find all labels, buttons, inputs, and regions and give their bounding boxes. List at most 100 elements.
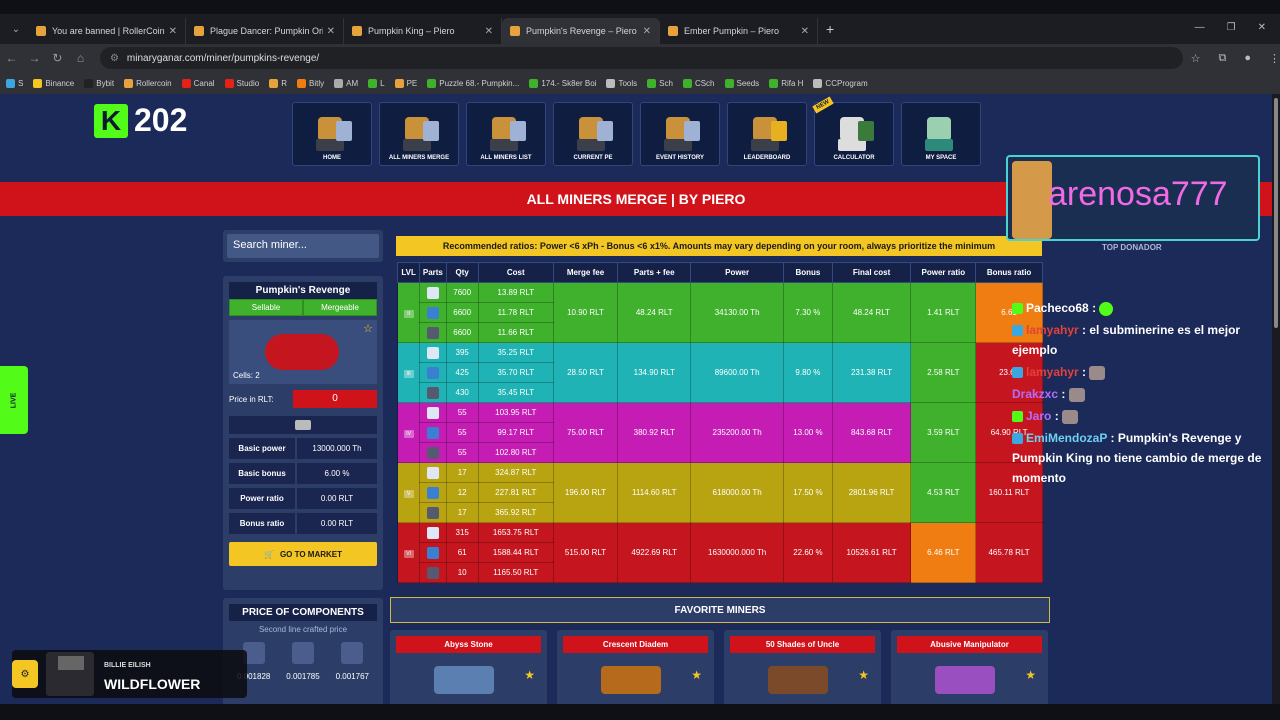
chat-message: Jaro : — [1012, 406, 1272, 426]
extensions-icon[interactable]: ⧉ — [1218, 52, 1226, 65]
fan-part-icon — [426, 466, 439, 479]
bookmark-folder[interactable]: CCProgram — [813, 78, 868, 88]
bonus-cell: 17.50 % — [783, 462, 833, 523]
part-icon-cell — [419, 522, 447, 543]
tab-close-icon[interactable]: ✕ — [327, 26, 335, 37]
bookmark-item[interactable]: S — [6, 78, 23, 88]
go-to-market-button[interactable]: 🛒 GO TO MARKET — [229, 542, 377, 566]
bookmark-item[interactable]: Binance — [33, 78, 74, 88]
parts-fee-cell: 4922.69 RLT — [617, 522, 692, 583]
tab-search-dropdown-icon[interactable]: ⌄ — [4, 17, 28, 41]
url-field[interactable]: ⚙ minaryganar.com/miner/pumpkins-revenge… — [99, 47, 1183, 69]
chat-message: Pacheco68 : — [1012, 298, 1272, 318]
menu-icon[interactable]: ⋮ — [1269, 52, 1280, 65]
profile-icon[interactable]: ● — [1244, 52, 1251, 65]
qty-cell: 17 — [445, 502, 479, 523]
nav-all-miners-list[interactable]: ALL MINERS LIST — [466, 102, 546, 166]
merge-fee-cell: 515.00 RLT — [552, 522, 619, 583]
tab-close-icon[interactable]: ✕ — [169, 26, 177, 37]
browser-tab[interactable]: Plague Dancer: Pumpkin Origin ✕ — [186, 18, 344, 44]
table-header-row: LVL Parts Qty Cost Merge fee Parts + fee… — [396, 262, 1043, 283]
back-icon[interactable]: ← — [0, 51, 23, 65]
bookmark-item[interactable]: Studio — [224, 78, 259, 88]
bookmark-item[interactable]: Rollercoin — [124, 78, 172, 88]
miner-thumbnail — [434, 666, 494, 694]
level-slider[interactable] — [229, 416, 377, 434]
cost-cell: 11.78 RLT — [477, 302, 554, 323]
favorite-miner-card[interactable]: Abyss Stone ★ — [390, 630, 547, 704]
power-ratio-cell: 2.58 RLT — [910, 342, 977, 403]
nav-event-history[interactable]: EVENT HISTORY — [640, 102, 720, 166]
cart-icon: 🛒 — [263, 549, 274, 559]
tab-close-icon[interactable]: ✕ — [485, 26, 493, 37]
search-box: Search miner... — [223, 230, 383, 262]
tab-favicon-icon — [194, 26, 204, 36]
page-scrollbar[interactable] — [1272, 94, 1280, 704]
bookmark-item[interactable]: R — [269, 78, 287, 88]
bookmark-item[interactable]: Rifa H — [769, 78, 803, 88]
bookmark-item[interactable]: Bybit — [84, 78, 114, 88]
bookmark-item[interactable]: 174.- Sk8er Boi — [529, 78, 596, 88]
bookmark-folder[interactable]: Tools — [606, 78, 637, 88]
scrollbar-thumb[interactable] — [1274, 98, 1278, 328]
cost-cell: 13.89 RLT — [477, 282, 554, 303]
browser-tab[interactable]: Pumpkin King – Piero ✕ — [344, 18, 502, 44]
site-info-icon[interactable]: ⚙ — [110, 53, 119, 64]
minimize-icon[interactable]: — — [1195, 22, 1205, 33]
nav-leaderboard[interactable]: LEADERBOARD — [727, 102, 807, 166]
chat-message: lamyahyr : — [1012, 362, 1272, 382]
bookmark-item[interactable]: Canal — [181, 78, 215, 88]
price-of-components: PRICE OF COMPONENTS Second line crafted … — [223, 598, 383, 704]
nav-current-pe[interactable]: CURRENT PE — [553, 102, 633, 166]
favorite-miner-card[interactable]: Abusive Manipulator ★ — [891, 630, 1048, 704]
price-input[interactable]: 0 — [293, 390, 377, 408]
bookmark-item[interactable]: Puzzle 68.- Pumpkin... — [427, 78, 519, 88]
favorite-star-icon[interactable]: ★ — [1025, 668, 1036, 682]
cost-cell: 365.92 RLT — [477, 502, 554, 523]
sheets-icon — [647, 78, 657, 88]
qty-cell: 55 — [445, 442, 479, 463]
sheets-icon — [724, 78, 734, 88]
browser-tab[interactable]: Ember Pumpkin – Piero ✕ — [660, 18, 818, 44]
settings-icon[interactable]: ⚙ — [12, 660, 38, 688]
cost-cell: 35.25 RLT — [477, 342, 554, 363]
bitly-icon — [297, 78, 307, 88]
reload-icon[interactable]: ↻ — [46, 51, 69, 65]
close-window-icon[interactable]: ✕ — [1258, 22, 1266, 33]
browser-tab-active[interactable]: Pumpkin's Revenge – Piero ✕ — [502, 18, 660, 44]
bonus-ratio-cell: 465.78 RLT — [975, 522, 1043, 583]
nav-my-space[interactable]: MY SPACE — [901, 102, 981, 166]
nav-all-miners-merge[interactable]: ALL MINERS MERGE — [379, 102, 459, 166]
bookmark-item[interactable]: AM — [334, 78, 358, 88]
cost-cell: 102.80 RLT — [477, 442, 554, 463]
favorite-miner-card[interactable]: Crescent Diadem ★ — [557, 630, 714, 704]
bookmark-item[interactable]: CSch — [682, 78, 715, 88]
forward-icon[interactable]: → — [23, 51, 46, 65]
home-icon[interactable]: ⌂ — [69, 51, 92, 65]
youtube-icon — [224, 78, 234, 88]
favorite-star-icon[interactable]: ★ — [691, 668, 702, 682]
nav-calculator[interactable]: NEW CALCULATOR — [812, 96, 894, 166]
slider-handle[interactable] — [295, 420, 311, 430]
bookmark-item[interactable]: L — [368, 78, 385, 88]
bookmark-item[interactable]: Seeds — [724, 78, 759, 88]
bookmark-item[interactable]: Sch — [647, 78, 673, 88]
bookmark-item[interactable]: Bitly — [297, 78, 324, 88]
favorite-star-icon[interactable]: ★ — [524, 668, 535, 682]
bookmark-star-icon[interactable]: ☆ — [1191, 52, 1201, 65]
nav-home[interactable]: HOME — [292, 102, 372, 166]
favorite-star-icon[interactable]: ★ — [858, 668, 869, 682]
browser-tab[interactable]: You are banned | RollerCoin.com ✕ — [28, 18, 186, 44]
search-input[interactable]: Search miner... — [227, 234, 379, 258]
tab-close-icon[interactable]: ✕ — [643, 26, 651, 37]
tab-close-icon[interactable]: ✕ — [801, 26, 809, 37]
table-row: III 395 35.25 RLT 28.50 RLT 134.90 RLT 89600.… — [396, 342, 1043, 403]
maximize-icon[interactable]: ❐ — [1227, 22, 1236, 33]
url-text: minaryganar.com/miner/pumpkins-revenge/ — [126, 52, 320, 64]
board-part-icon — [426, 446, 439, 459]
bookmark-item[interactable]: PE — [394, 78, 417, 88]
cost-cell: 35.70 RLT — [477, 362, 554, 383]
favorite-miner-card[interactable]: 50 Shades of Uncle ★ — [724, 630, 881, 704]
favorite-star-icon[interactable]: ☆ — [363, 322, 373, 335]
new-tab-icon[interactable]: + — [826, 21, 834, 37]
